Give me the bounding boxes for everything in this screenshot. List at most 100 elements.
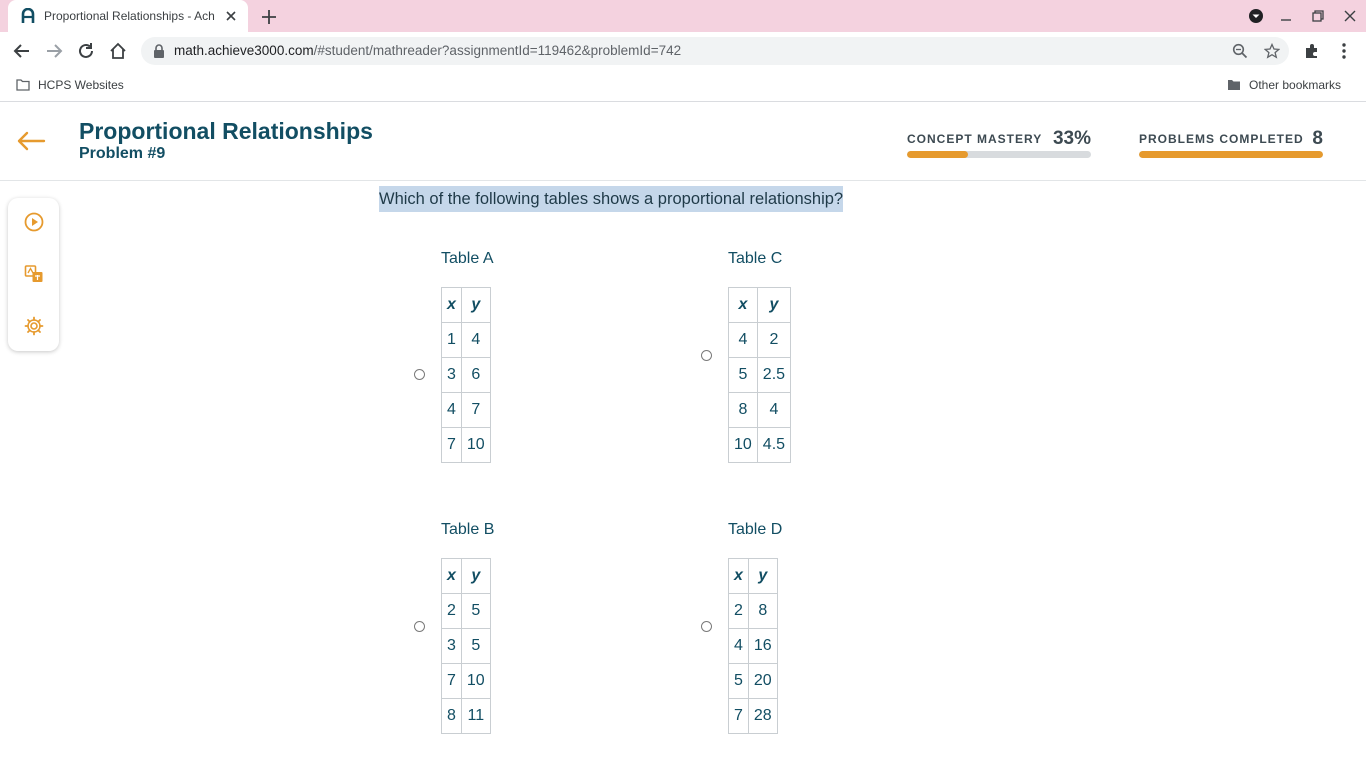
problems-completed-label: PROBLEMS COMPLETED (1139, 132, 1304, 146)
table-header-cell: y (756, 287, 792, 323)
table-cell: 5 (728, 357, 758, 393)
table-cell: 4 (728, 628, 749, 664)
table-row: 42 (728, 322, 792, 358)
minimize-icon[interactable] (1278, 8, 1294, 24)
table-header-cell: y (460, 558, 491, 594)
table-cell: 4 (460, 322, 491, 358)
folder-icon (1228, 80, 1240, 90)
back-arrow-icon[interactable] (16, 130, 46, 152)
play-icon[interactable] (24, 212, 44, 232)
address-bar[interactable]: math.achieve3000.com/#student/mathreader… (141, 37, 1289, 65)
close-window-icon[interactable] (1342, 8, 1358, 24)
option-c-radio[interactable] (701, 350, 712, 361)
lesson-title: Proportional Relationships (79, 118, 373, 144)
bookmark-star-icon[interactable] (1264, 43, 1280, 59)
table-b-label: Table B (441, 521, 495, 538)
table-cell: 10 (728, 427, 758, 463)
problems-completed: PROBLEMS COMPLETED 8 (1139, 128, 1323, 160)
concept-mastery-fill (907, 151, 968, 158)
home-icon[interactable] (108, 41, 128, 61)
table-cell: 11 (460, 698, 491, 734)
zoom-icon[interactable] (1232, 43, 1248, 59)
folder-icon (16, 79, 30, 91)
table-cell: 8 (747, 593, 778, 629)
table-cell: 5 (728, 663, 749, 699)
new-tab-icon[interactable] (260, 8, 278, 26)
table-cell: 6 (460, 357, 491, 393)
table-cell: 5 (460, 628, 491, 664)
browser-tab[interactable]: Proportional Relationships - Ach (8, 0, 248, 32)
table-cell: 5 (460, 593, 491, 629)
table-row: 35 (441, 628, 491, 664)
table-cell: 7 (728, 698, 749, 734)
gear-icon[interactable] (24, 316, 44, 336)
table-row: 84 (728, 392, 792, 428)
table-cell: 1 (441, 322, 462, 358)
lock-icon[interactable] (153, 44, 165, 58)
bookmark-hcps-websites[interactable]: HCPS Websites (16, 78, 124, 92)
problems-completed-bar (1139, 151, 1323, 158)
option-a-radio[interactable] (414, 369, 425, 380)
table-row: 14 (441, 322, 491, 358)
reload-icon[interactable] (76, 41, 96, 61)
tab-title: Proportional Relationships - Ach (44, 9, 215, 23)
url-path: /#student/mathreader?assignmentId=119462… (313, 43, 682, 58)
table-cell: 16 (747, 628, 778, 664)
table-row: 8 11 (441, 698, 491, 734)
table-cell: 4 (728, 322, 758, 358)
table-row: 7 28 (728, 698, 778, 734)
table-row: 36 (441, 357, 491, 393)
concept-mastery-bar (907, 151, 1091, 158)
browser-menu-icon[interactable] (1336, 42, 1352, 60)
table-cell: 7 (441, 427, 462, 463)
table-c-label: Table C (728, 250, 783, 267)
table-row: 28 (728, 593, 778, 629)
forward-icon[interactable] (44, 41, 64, 61)
table-header-cell: y (747, 558, 778, 594)
table-header-cell: x (728, 558, 749, 594)
table-cell: 4.5 (756, 427, 792, 463)
table-row: 5 2.5 (728, 357, 792, 393)
problems-completed-fill (1139, 151, 1323, 158)
concept-mastery-value: 33% (1052, 128, 1091, 149)
restore-icon[interactable] (1310, 8, 1326, 24)
table-a: xy 14 36 47 7 10 (441, 287, 491, 463)
bookmark-other[interactable]: Other bookmarks (1227, 78, 1341, 92)
table-c: xy 42 5 2.5 84 10 4.5 (728, 287, 792, 463)
bookmark-label: Other bookmarks (1249, 78, 1342, 92)
table-row: 4 16 (728, 628, 778, 664)
table-row: 47 (441, 392, 491, 428)
table-cell: 3 (441, 628, 462, 664)
table-header-cell: y (460, 287, 491, 323)
concept-mastery-label: CONCEPT MASTERY (907, 132, 1043, 146)
tab-strip: Proportional Relationships - Ach (0, 0, 1366, 32)
problem-number: Problem #9 (79, 145, 166, 162)
table-cell: 2 (756, 322, 792, 358)
table-cell: 4 (756, 392, 792, 428)
back-icon[interactable] (12, 41, 32, 61)
table-cell: 7 (460, 392, 491, 428)
option-b-radio[interactable] (414, 621, 425, 632)
bookmark-label: HCPS Websites (38, 78, 124, 92)
table-cell: 2.5 (756, 357, 792, 393)
table-cell: 20 (747, 663, 778, 699)
tool-panel (8, 198, 59, 351)
table-cell: 10 (460, 663, 491, 699)
table-d: xy 28 4 16 5 20 7 28 (728, 558, 778, 734)
table-cell: 2 (728, 593, 749, 629)
table-cell: 8 (441, 698, 462, 734)
option-d-radio[interactable] (701, 621, 712, 632)
table-cell: 10 (460, 427, 491, 463)
close-tab-icon[interactable] (224, 9, 238, 23)
translate-icon[interactable] (24, 264, 44, 284)
table-b: xy 25 35 7 10 8 11 (441, 558, 491, 734)
table-row: 10 4.5 (728, 427, 792, 463)
table-cell: 3 (441, 357, 462, 393)
lesson-header: Proportional Relationships Problem #9 CO… (0, 104, 1366, 181)
table-cell: 8 (728, 392, 758, 428)
extensions-icon[interactable] (1303, 42, 1321, 60)
profile-menu-icon[interactable] (1248, 8, 1264, 24)
table-cell: 2 (441, 593, 462, 629)
table-cell: 4 (441, 392, 462, 428)
achieve-logo-icon (20, 8, 36, 24)
